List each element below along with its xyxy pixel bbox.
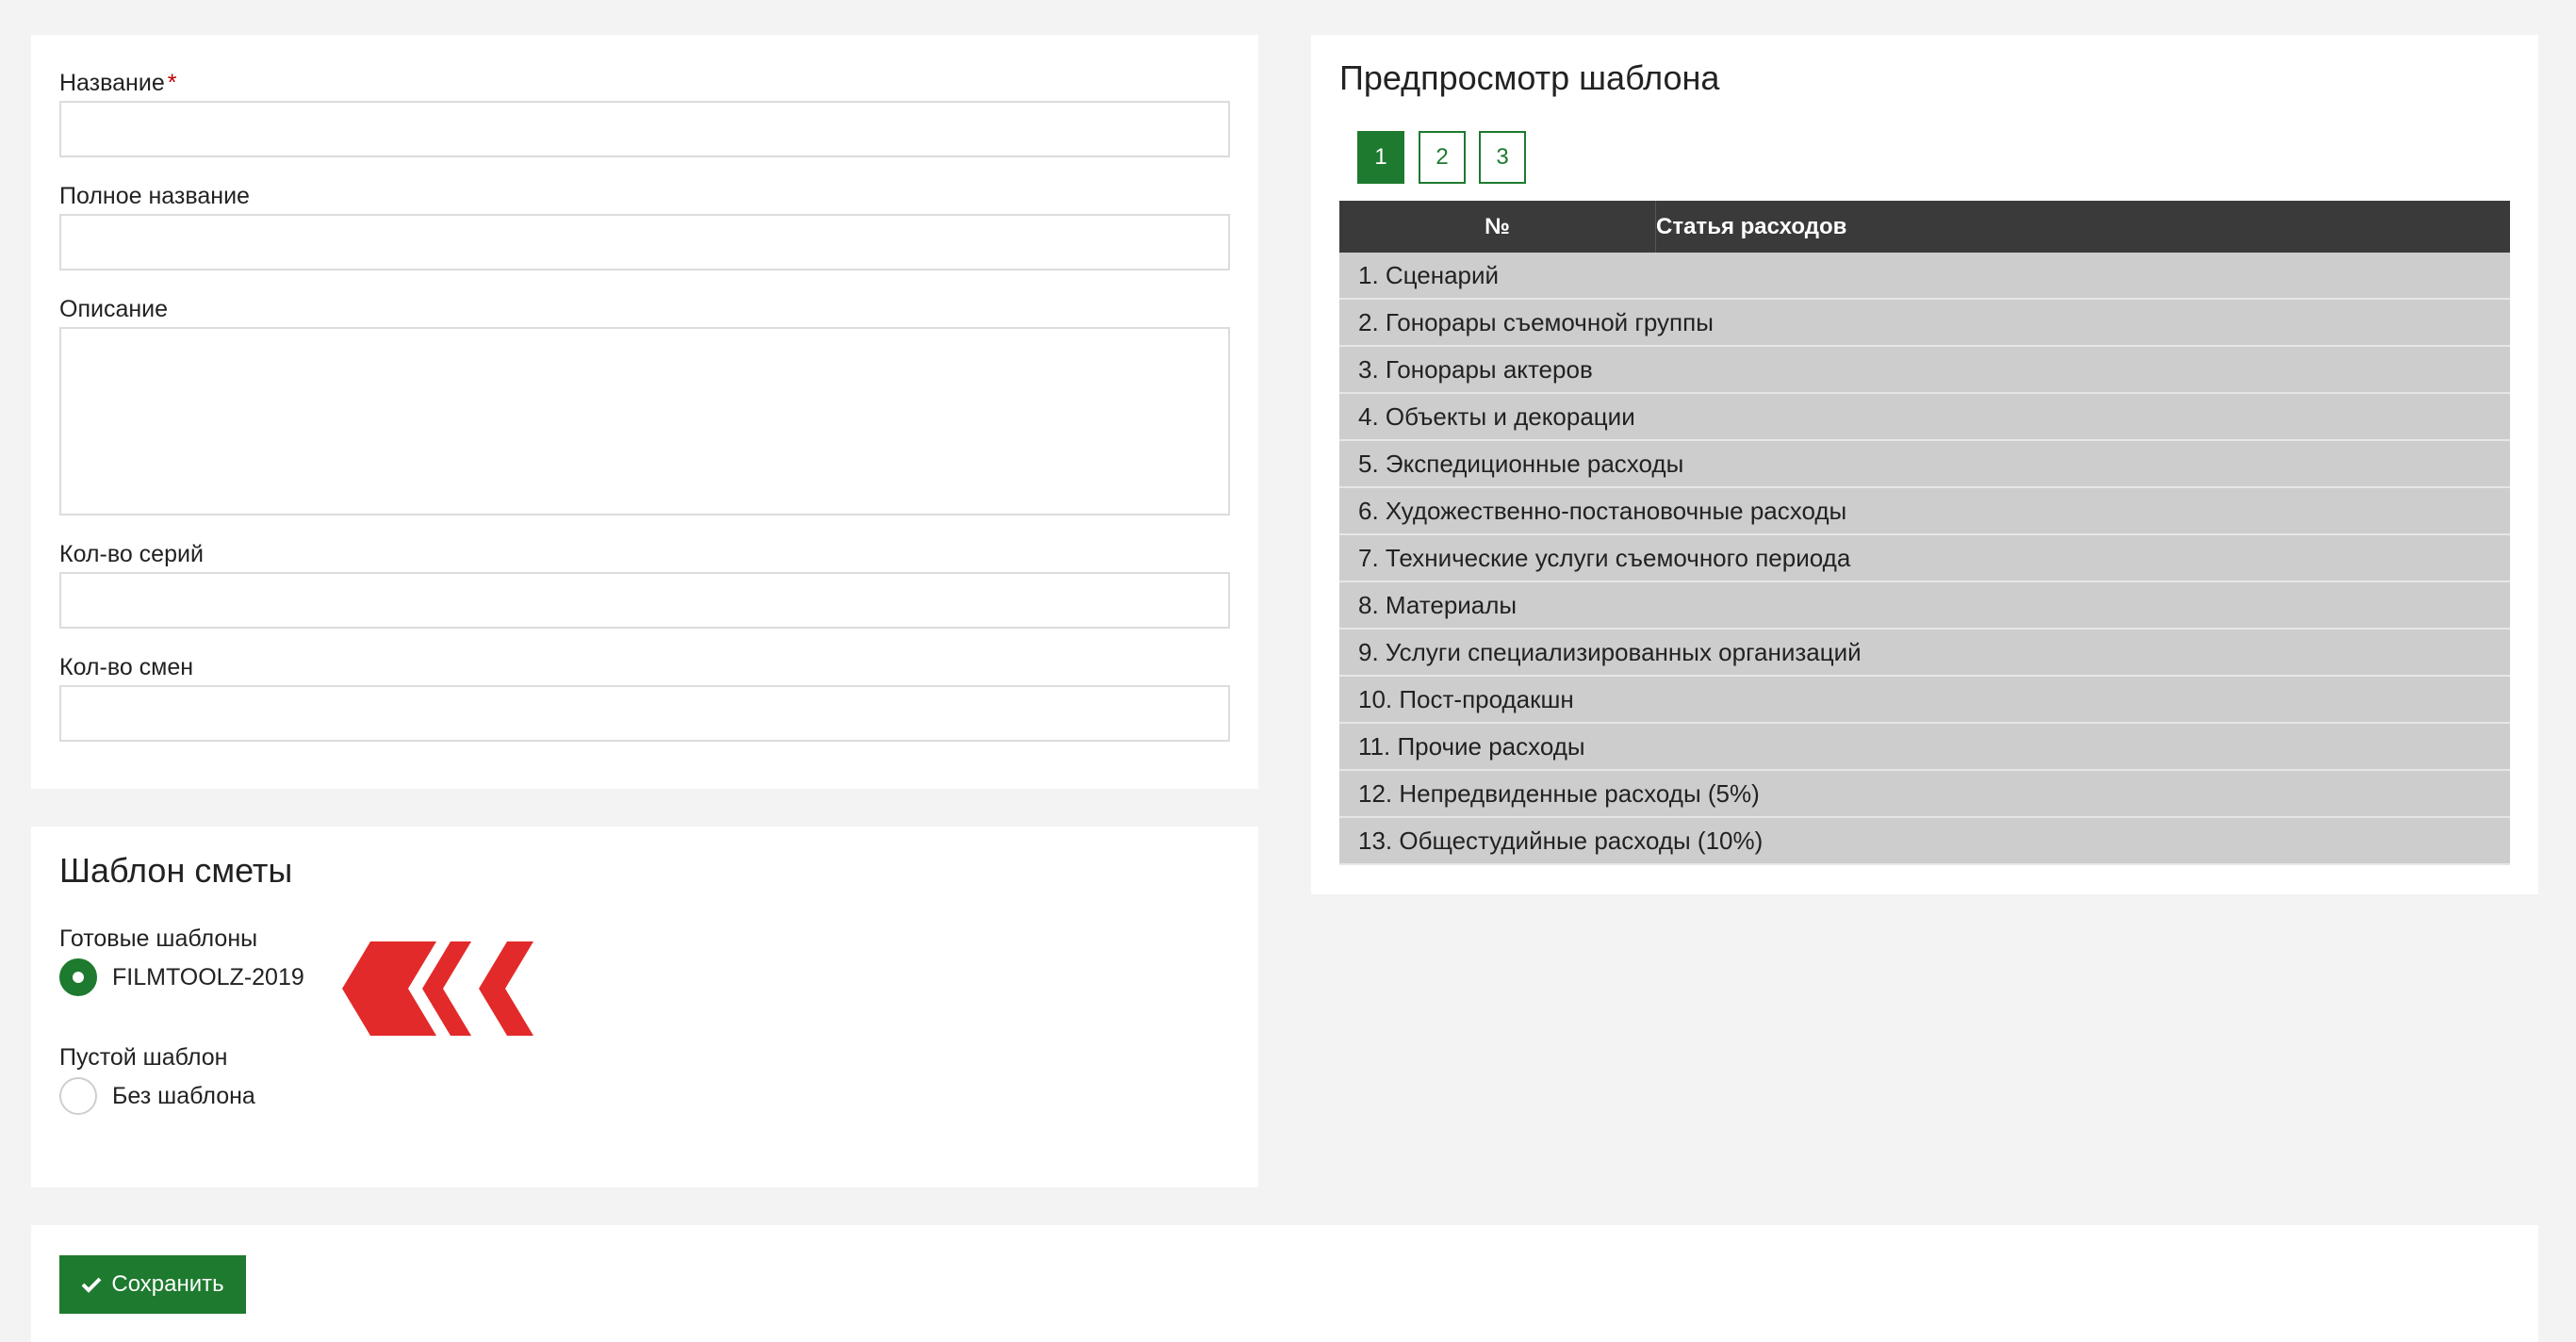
ready-template-radio[interactable] [59,958,97,996]
empty-template-option-label: Без шаблона [112,1082,255,1109]
template-panel: Шаблон сметы Готовые шаблоны FILMTOOLZ-2… [31,826,1258,1187]
table-row: 11. Прочие расходы [1339,724,2510,771]
preview-panel: Предпросмотр шаблона 1 2 3 № Статья расх… [1311,35,2538,894]
ready-template-label: FILMTOOLZ-2019 [112,963,304,990]
save-panel: Сохранить [31,1225,2538,1342]
table-row: 3. Гонорары актеров [1339,347,2510,394]
shifts-count-input[interactable] [59,685,1230,742]
name-label-text: Название [59,70,165,96]
table-row: 8. Материалы [1339,582,2510,630]
ready-template-option[interactable]: FILMTOOLZ-2019 [59,958,304,996]
ready-templates-label: Готовые шаблоны [59,925,258,952]
table-row: 10. Пост-продакшн [1339,677,2510,724]
series-count-input[interactable] [59,572,1230,629]
empty-template-label: Пустой шаблон [59,1044,228,1071]
shifts-count-label: Кол-во смен [59,654,194,680]
series-count-label: Кол-во серий [59,541,204,567]
description-textarea[interactable] [59,327,1230,516]
table-row: 7. Технические услуги съемочного периода [1339,535,2510,582]
name-label: Название * [59,69,176,97]
table-row: 2. Гонорары съемочной группы [1339,300,2510,347]
preview-table-header: № Статья расходов [1339,201,2510,253]
template-title: Шаблон сметы [59,851,293,890]
empty-template-option[interactable]: Без шаблона [59,1077,255,1115]
description-label: Описание [59,296,169,322]
arrow-pointer-icon [342,941,533,1036]
table-row: 6. Художественно-постановочные расходы [1339,488,2510,535]
name-input[interactable] [59,101,1230,157]
required-mark: * [167,70,177,96]
table-row: 9. Услуги специализированных организаций [1339,630,2510,677]
table-row: 12. Непредвиденные расходы (5%) [1339,771,2510,818]
page-button-1[interactable]: 1 [1357,131,1404,184]
preview-title: Предпросмотр шаблона [1339,58,1720,97]
column-header-item: Статья расходов [1655,201,1846,253]
page-button-3[interactable]: 3 [1479,131,1526,184]
table-row: 13. Общестудийные расходы (10%) [1339,818,2510,865]
table-row: 1. Сценарий [1339,253,2510,300]
save-button[interactable]: Сохранить [59,1255,246,1314]
full-name-input[interactable] [59,214,1230,270]
save-button-label: Сохранить [111,1271,224,1297]
page-button-2[interactable]: 2 [1419,131,1466,184]
full-name-label: Полное название [59,183,250,209]
column-header-num: № [1485,213,1510,239]
table-row: 5. Экспедиционные расходы [1339,441,2510,488]
table-row: 4. Объекты и декорации [1339,394,2510,441]
empty-template-radio[interactable] [59,1077,97,1115]
check-icon [81,1277,102,1293]
form-panel: Название * Полное название Описание Кол-в… [31,35,1258,789]
preview-table-body: 1. Сценарий 2. Гонорары съемочной группы… [1339,253,2510,865]
